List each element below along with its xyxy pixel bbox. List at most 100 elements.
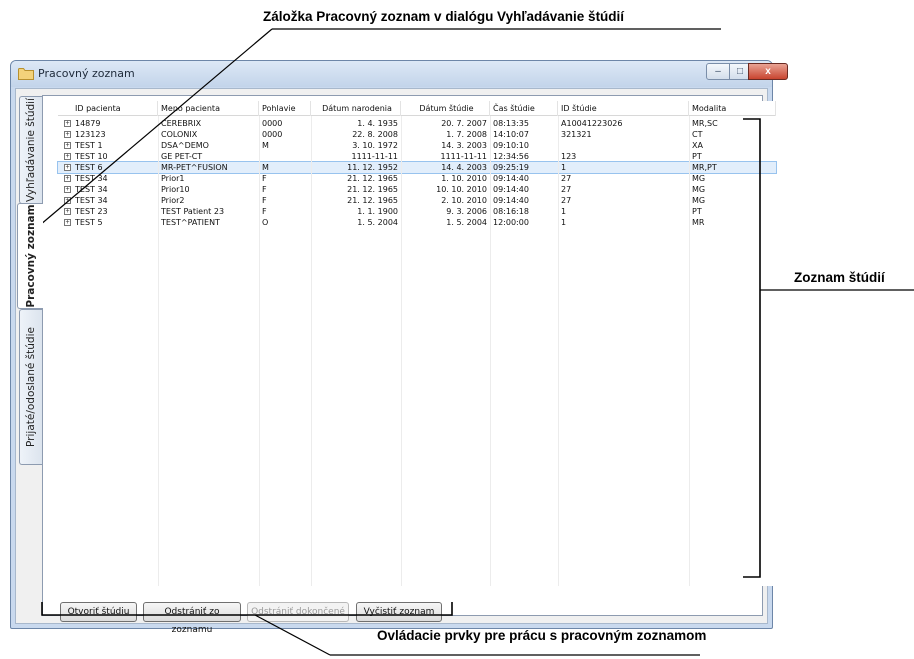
cell-sex (259, 151, 311, 162)
table-header: ID pacienta Meno pacienta Pohlavie Dátum na… (58, 101, 776, 116)
cell-patient-id: TEST 1 (75, 141, 103, 150)
cell-patient-name: COLONIX (161, 130, 198, 139)
header-col-study-id[interactable]: ID štúdie (558, 101, 689, 116)
cell-patient-name: TEST^PATIENT (161, 218, 220, 227)
header-col-study-date[interactable]: Dátum štúdie (401, 101, 490, 116)
callout-controls: Ovládacie prvky pre prácu s pracovným zo… (377, 628, 707, 643)
cell-sex: M (262, 163, 269, 172)
cell-modality: CT (692, 130, 703, 139)
cell-patient-id: TEST 34 (75, 174, 108, 183)
tab-received-sent-label: Prijaté/odoslané štúdie (25, 327, 37, 447)
table-row[interactable]: +123123 COLONIX 0000 22. 8. 2008 1. 7. 2008 1… (58, 129, 776, 140)
callout-worklist-tab: Záložka Pracovný zoznam v dialógu Vyhľad… (263, 9, 625, 24)
column-divider (689, 116, 690, 586)
header-col-patient-id[interactable]: ID pacienta (58, 101, 158, 116)
cell-modality: PT (692, 207, 702, 216)
cell-study-time: 12:00:00 (493, 218, 529, 227)
cell-modality: PT (692, 152, 702, 161)
cell-patient-name: TEST Patient 23 (161, 207, 225, 216)
cell-modality: XA (692, 141, 703, 150)
cell-study-date: 2. 10. 2010 (441, 196, 487, 205)
tab-worklist[interactable]: Pracovný zoznam (17, 203, 43, 309)
cell-birth-date: 21. 12. 1965 (347, 196, 398, 205)
close-button[interactable]: x (748, 63, 788, 80)
table-row[interactable]: + TEST 10 GE PET-CT 1111-11-11 1111-11-11 12:… (58, 151, 776, 162)
tab-study-search[interactable]: Vyhľadávanie štúdií (19, 96, 42, 204)
table-row[interactable]: + TEST 1 DSA^DEMO M 3. 10. 1972 14. 3. 2003 09… (58, 140, 776, 151)
table-row[interactable]: + TEST 34 Prior1 F 21. 12. 1965 1. 10. 2010 09… (58, 173, 776, 184)
tab-received-sent[interactable]: Prijaté/odoslané štúdie (19, 309, 42, 465)
cell-patient-name: GE PET-CT (161, 152, 203, 161)
column-divider (558, 116, 559, 586)
cell-modality: MR,SC (692, 119, 718, 128)
cell-modality: MR,PT (692, 163, 717, 172)
header-col-study-time[interactable]: Čas štúdie (490, 101, 558, 116)
cell-study-id: 123 (561, 152, 577, 161)
remove-completed-button[interactable]: Odstrániť dokončené (247, 602, 349, 622)
cell-sex: O (262, 218, 269, 227)
study-list-table: ID pacienta Meno pacienta Pohlavie Dátum na… (57, 101, 777, 586)
table-row[interactable]: + TEST 23 TEST Patient 23 F 1. 1. 1900 9. 3. … (58, 206, 776, 217)
cell-study-time: 09:14:40 (493, 174, 529, 183)
cell-study-time: 14:10:07 (493, 130, 529, 139)
tab-study-search-label: Vyhľadávanie štúdií (25, 97, 37, 203)
column-divider (490, 116, 491, 586)
folder-icon (18, 68, 34, 80)
cell-sex: F (262, 174, 267, 183)
cell-study-time: 09:10:10 (493, 141, 529, 150)
header-col-modality[interactable]: Modalita (689, 101, 776, 116)
header-col-patient-name[interactable]: Meno pacienta (158, 101, 259, 116)
column-divider (311, 116, 312, 586)
cell-modality: MG (692, 174, 706, 183)
cell-patient-id: TEST 10 (75, 152, 108, 161)
cell-birth-date: 1. 5. 2004 (357, 218, 398, 227)
header-col-sex[interactable]: Pohlavie (259, 101, 311, 116)
cell-patient-name: Prior10 (161, 185, 190, 194)
cell-study-date: 1. 7. 2008 (446, 130, 487, 139)
cell-study-date: 14. 3. 2003 (441, 141, 487, 150)
cell-study-id: 1 (561, 207, 567, 216)
cell-study-date: 14. 4. 2003 (441, 163, 487, 172)
cell-patient-id: TEST 34 (75, 185, 108, 194)
cell-study-id: 27 (561, 174, 572, 183)
cell-study-time: 09:14:40 (493, 196, 529, 205)
title-bar[interactable]: Pracovný zoznam – □ x (11, 61, 788, 87)
cell-study-date: 20. 7. 2007 (441, 119, 487, 128)
column-divider (158, 116, 159, 586)
cell-study-date: 1111-11-11 (440, 152, 488, 161)
cell-patient-id: TEST 23 (75, 207, 108, 216)
cell-modality: MG (692, 185, 706, 194)
cell-study-id (558, 140, 689, 151)
cell-study-time: 12:34:56 (493, 152, 529, 161)
cell-birth-date: 1. 4. 1935 (357, 119, 398, 128)
cell-birth-date: 1111-11-11 (351, 152, 399, 161)
worklist-panel: ID pacienta Meno pacienta Pohlavie Dátum na… (42, 95, 777, 635)
window-title: Pracovný zoznam (38, 67, 135, 80)
remove-from-list-button[interactable]: Odstrániť zo zoznamu (143, 602, 241, 635)
table-row[interactable]: + TEST 5 TEST^PATIENT O 1. 5. 2004 1. 5. 2004… (58, 217, 776, 228)
minimize-button[interactable]: – (706, 63, 730, 80)
table-row[interactable]: + TEST 34 Prior10 F 21. 12. 1965 10. 10. 2010… (58, 184, 776, 195)
cell-study-time: 08:13:35 (493, 119, 529, 128)
cell-study-date: 1. 10. 2010 (441, 174, 487, 183)
cell-study-time: 08:16:18 (493, 207, 529, 216)
cell-study-time: 09:14:40 (493, 185, 529, 194)
cell-study-date: 10. 10. 2010 (436, 185, 487, 194)
table-row[interactable]: +14879 CEREBRIX 0000 1. 4. 1935 20. 7. 2007 0… (58, 118, 776, 129)
cell-birth-date: 22. 8. 2008 (352, 130, 398, 139)
cell-sex: 0000 (262, 119, 283, 128)
cell-patient-id: TEST 6 (75, 163, 103, 172)
dialog-client-area: Vyhľadávanie štúdií Pracovný zoznam Prij… (15, 88, 777, 635)
tab-worklist-label: Pracovný zoznam (24, 204, 37, 308)
header-col-birth-date[interactable]: Dátum narodenia (311, 101, 401, 116)
cell-study-time: 09:25:19 (493, 163, 529, 172)
cell-study-id: 1 (561, 218, 567, 227)
cell-patient-id: 14879 (75, 119, 101, 128)
cell-modality: MR (692, 218, 705, 227)
worklist-window: Pracovný zoznam – □ x Vyhľadávanie štúdi… (10, 60, 788, 635)
cell-study-id: 27 (561, 185, 572, 194)
table-row[interactable]: + TEST 34 Prior2 F 21. 12. 1965 2. 10. 2010 09… (58, 195, 776, 206)
clear-list-button[interactable]: Vyčistiť zoznam (356, 602, 442, 622)
open-study-button[interactable]: Otvoriť štúdiu (60, 602, 137, 622)
table-row[interactable]: + TEST 6 MR-PET^FUSION M 11. 12. 1952 14. 4. … (57, 161, 777, 174)
